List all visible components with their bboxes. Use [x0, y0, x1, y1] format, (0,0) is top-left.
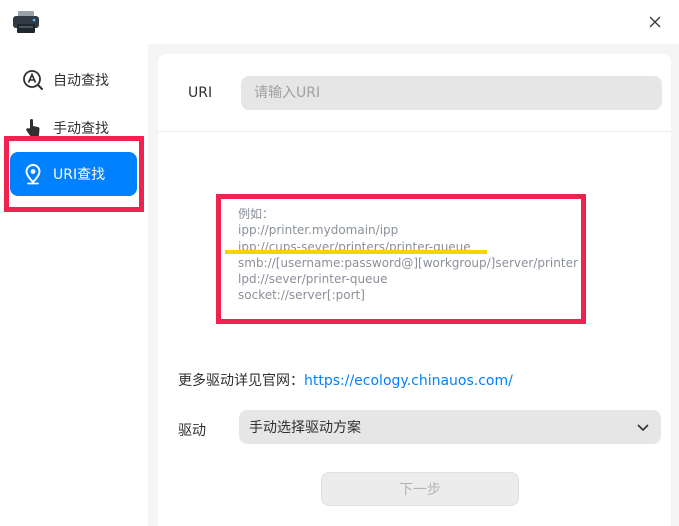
sidebar-item-auto-find[interactable]: 自动查找 — [10, 58, 137, 102]
uri-examples: 例如： ipp://printer.mydomain/ipp ipp://cup… — [238, 206, 578, 304]
divider — [158, 131, 671, 132]
manual-find-icon — [22, 117, 44, 139]
example-line: ipp://printer.mydomain/ipp — [238, 223, 399, 238]
sidebar-item-uri-find[interactable]: URI查找 — [10, 152, 137, 196]
driver-select[interactable]: 手动选择驱动方案 — [239, 410, 661, 444]
close-icon — [649, 16, 661, 28]
more-drivers-note: 更多驱动详见官网：https://ecology.chinauos.com/ — [178, 370, 513, 390]
next-button[interactable]: 下一步 — [321, 472, 519, 506]
driver-select-value: 手动选择驱动方案 — [249, 420, 361, 436]
sidebar-item-label: 自动查找 — [53, 73, 109, 89]
more-drivers-text: 更多驱动详见官网： — [178, 373, 304, 389]
location-pin-icon — [22, 163, 44, 185]
title-bar — [0, 0, 679, 44]
sidebar-item-label: 手动查找 — [53, 121, 109, 137]
highlight-underline — [225, 250, 487, 254]
printer-icon — [12, 10, 40, 34]
uri-label: URI — [188, 85, 213, 101]
auto-find-icon — [22, 69, 44, 91]
driver-label: 驱动 — [178, 423, 206, 439]
example-line: socket://server[:port] — [238, 288, 365, 303]
close-button[interactable] — [639, 6, 671, 38]
sidebar-item-manual-find[interactable]: 手动查找 — [10, 106, 137, 150]
ecology-link[interactable]: https://ecology.chinauos.com/ — [304, 373, 513, 389]
sidebar: 自动查找 手动查找 URI查找 — [0, 44, 148, 526]
example-line: lpd://sever/printer-queue — [238, 272, 388, 287]
uri-input[interactable] — [241, 76, 662, 110]
example-line: smb://[username:password@][workgroup/]se… — [238, 255, 578, 270]
sidebar-item-label: URI查找 — [53, 167, 106, 183]
chevron-down-icon — [637, 424, 649, 432]
examples-heading: 例如： — [238, 207, 275, 221]
